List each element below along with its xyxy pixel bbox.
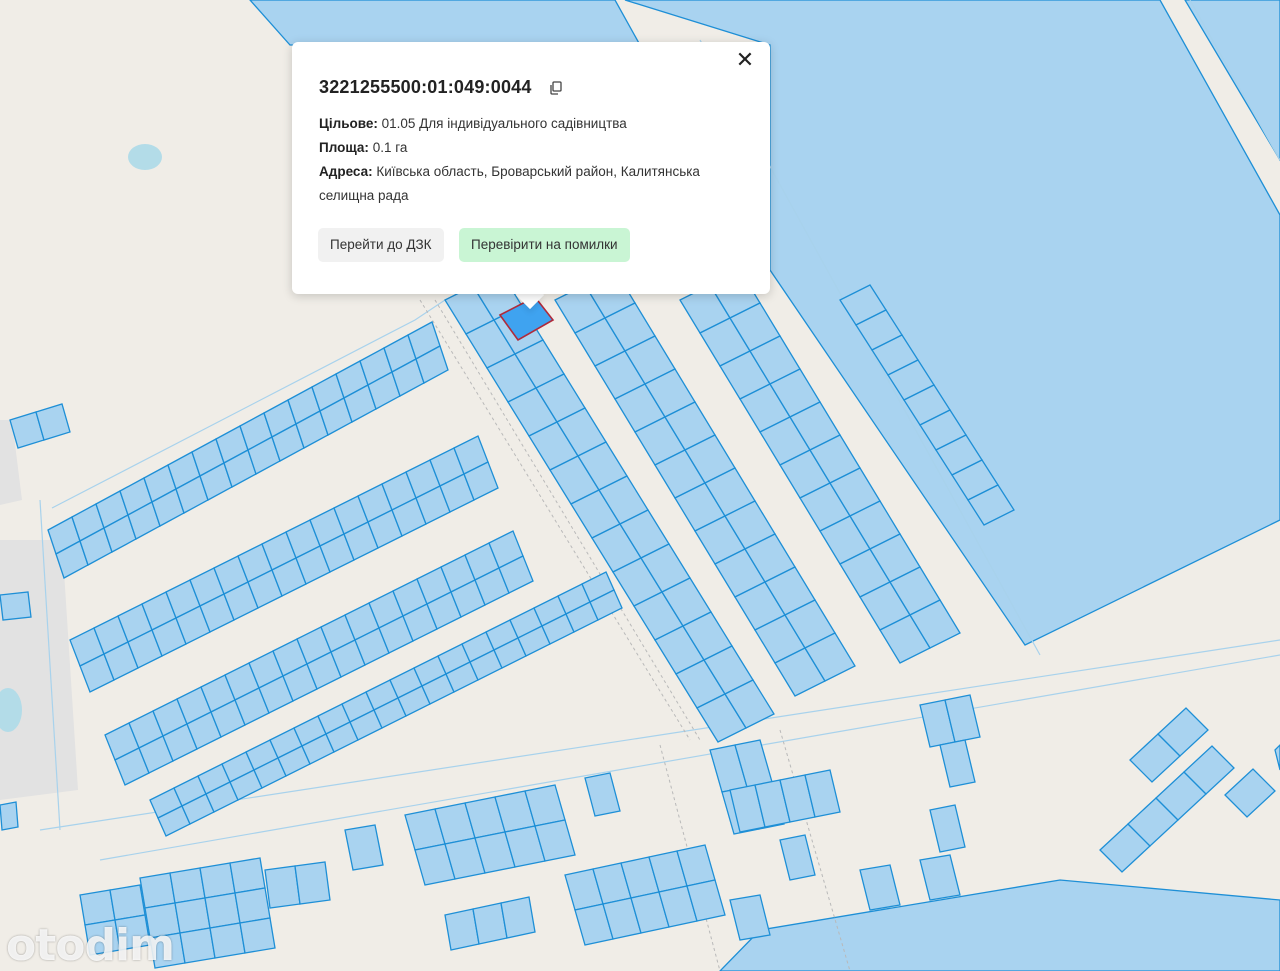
go-to-dzk-button[interactable]: Перейти до ДЗК [318, 228, 444, 262]
purpose-row: Цільове: 01.05 Для індивідуального садів… [319, 112, 739, 136]
land-parcel[interactable] [929, 804, 966, 853]
land-parcel[interactable] [779, 834, 816, 881]
land-parcel[interactable] [919, 854, 961, 901]
large-parcel[interactable] [1274, 744, 1280, 771]
land-parcel[interactable] [109, 884, 146, 921]
land-parcel[interactable] [234, 887, 271, 924]
land-parcel[interactable] [139, 872, 176, 909]
land-parcel[interactable] [939, 739, 976, 788]
cadastral-number: 3221255500:01:049:0044 [319, 77, 532, 97]
watermark-logo: otodim [6, 920, 175, 971]
land-parcel[interactable] [229, 857, 266, 894]
building-area [0, 540, 78, 800]
land-parcel[interactable] [0, 801, 19, 831]
purpose-label: Цільове: [319, 116, 378, 131]
land-parcel[interactable] [169, 867, 206, 904]
land-parcel[interactable] [199, 862, 236, 899]
land-parcel[interactable] [729, 894, 771, 941]
purpose-value: 01.05 Для індивідуального садівництва [381, 116, 627, 131]
land-parcel[interactable] [0, 591, 32, 621]
land-parcel[interactable] [204, 892, 241, 929]
land-parcel[interactable] [584, 772, 621, 817]
land-parcel[interactable] [179, 927, 216, 964]
copy-icon[interactable] [549, 81, 563, 95]
area-label: Площа: [319, 140, 369, 155]
land-parcel[interactable] [344, 824, 384, 871]
land-parcel[interactable] [294, 861, 331, 905]
pond [128, 144, 162, 170]
land-parcel[interactable] [209, 922, 246, 959]
check-errors-button[interactable]: Перевірити на помилки [459, 228, 630, 262]
address-label: Адреса: [319, 164, 373, 179]
land-parcel[interactable] [859, 864, 901, 911]
land-parcel[interactable] [264, 865, 301, 909]
large-parcel[interactable] [719, 879, 1280, 971]
land-parcel[interactable] [239, 917, 276, 954]
close-icon[interactable]: ✕ [734, 50, 756, 72]
land-parcel[interactable] [500, 896, 536, 939]
area-value: 0.1 га [372, 140, 408, 155]
land-parcel[interactable] [174, 897, 211, 934]
land-parcel[interactable] [1224, 768, 1276, 818]
large-parcel[interactable] [249, 0, 642, 46]
address-row: Адреса: Київська область, Броварський ра… [319, 160, 739, 208]
area-row: Площа: 0.1 га [319, 136, 739, 160]
parcel-info-popup: ✕ 3221255500:01:049:0044 Цільове: 01.05 … [292, 42, 770, 294]
address-value: Київська область, Броварський район, Кал… [319, 164, 700, 203]
